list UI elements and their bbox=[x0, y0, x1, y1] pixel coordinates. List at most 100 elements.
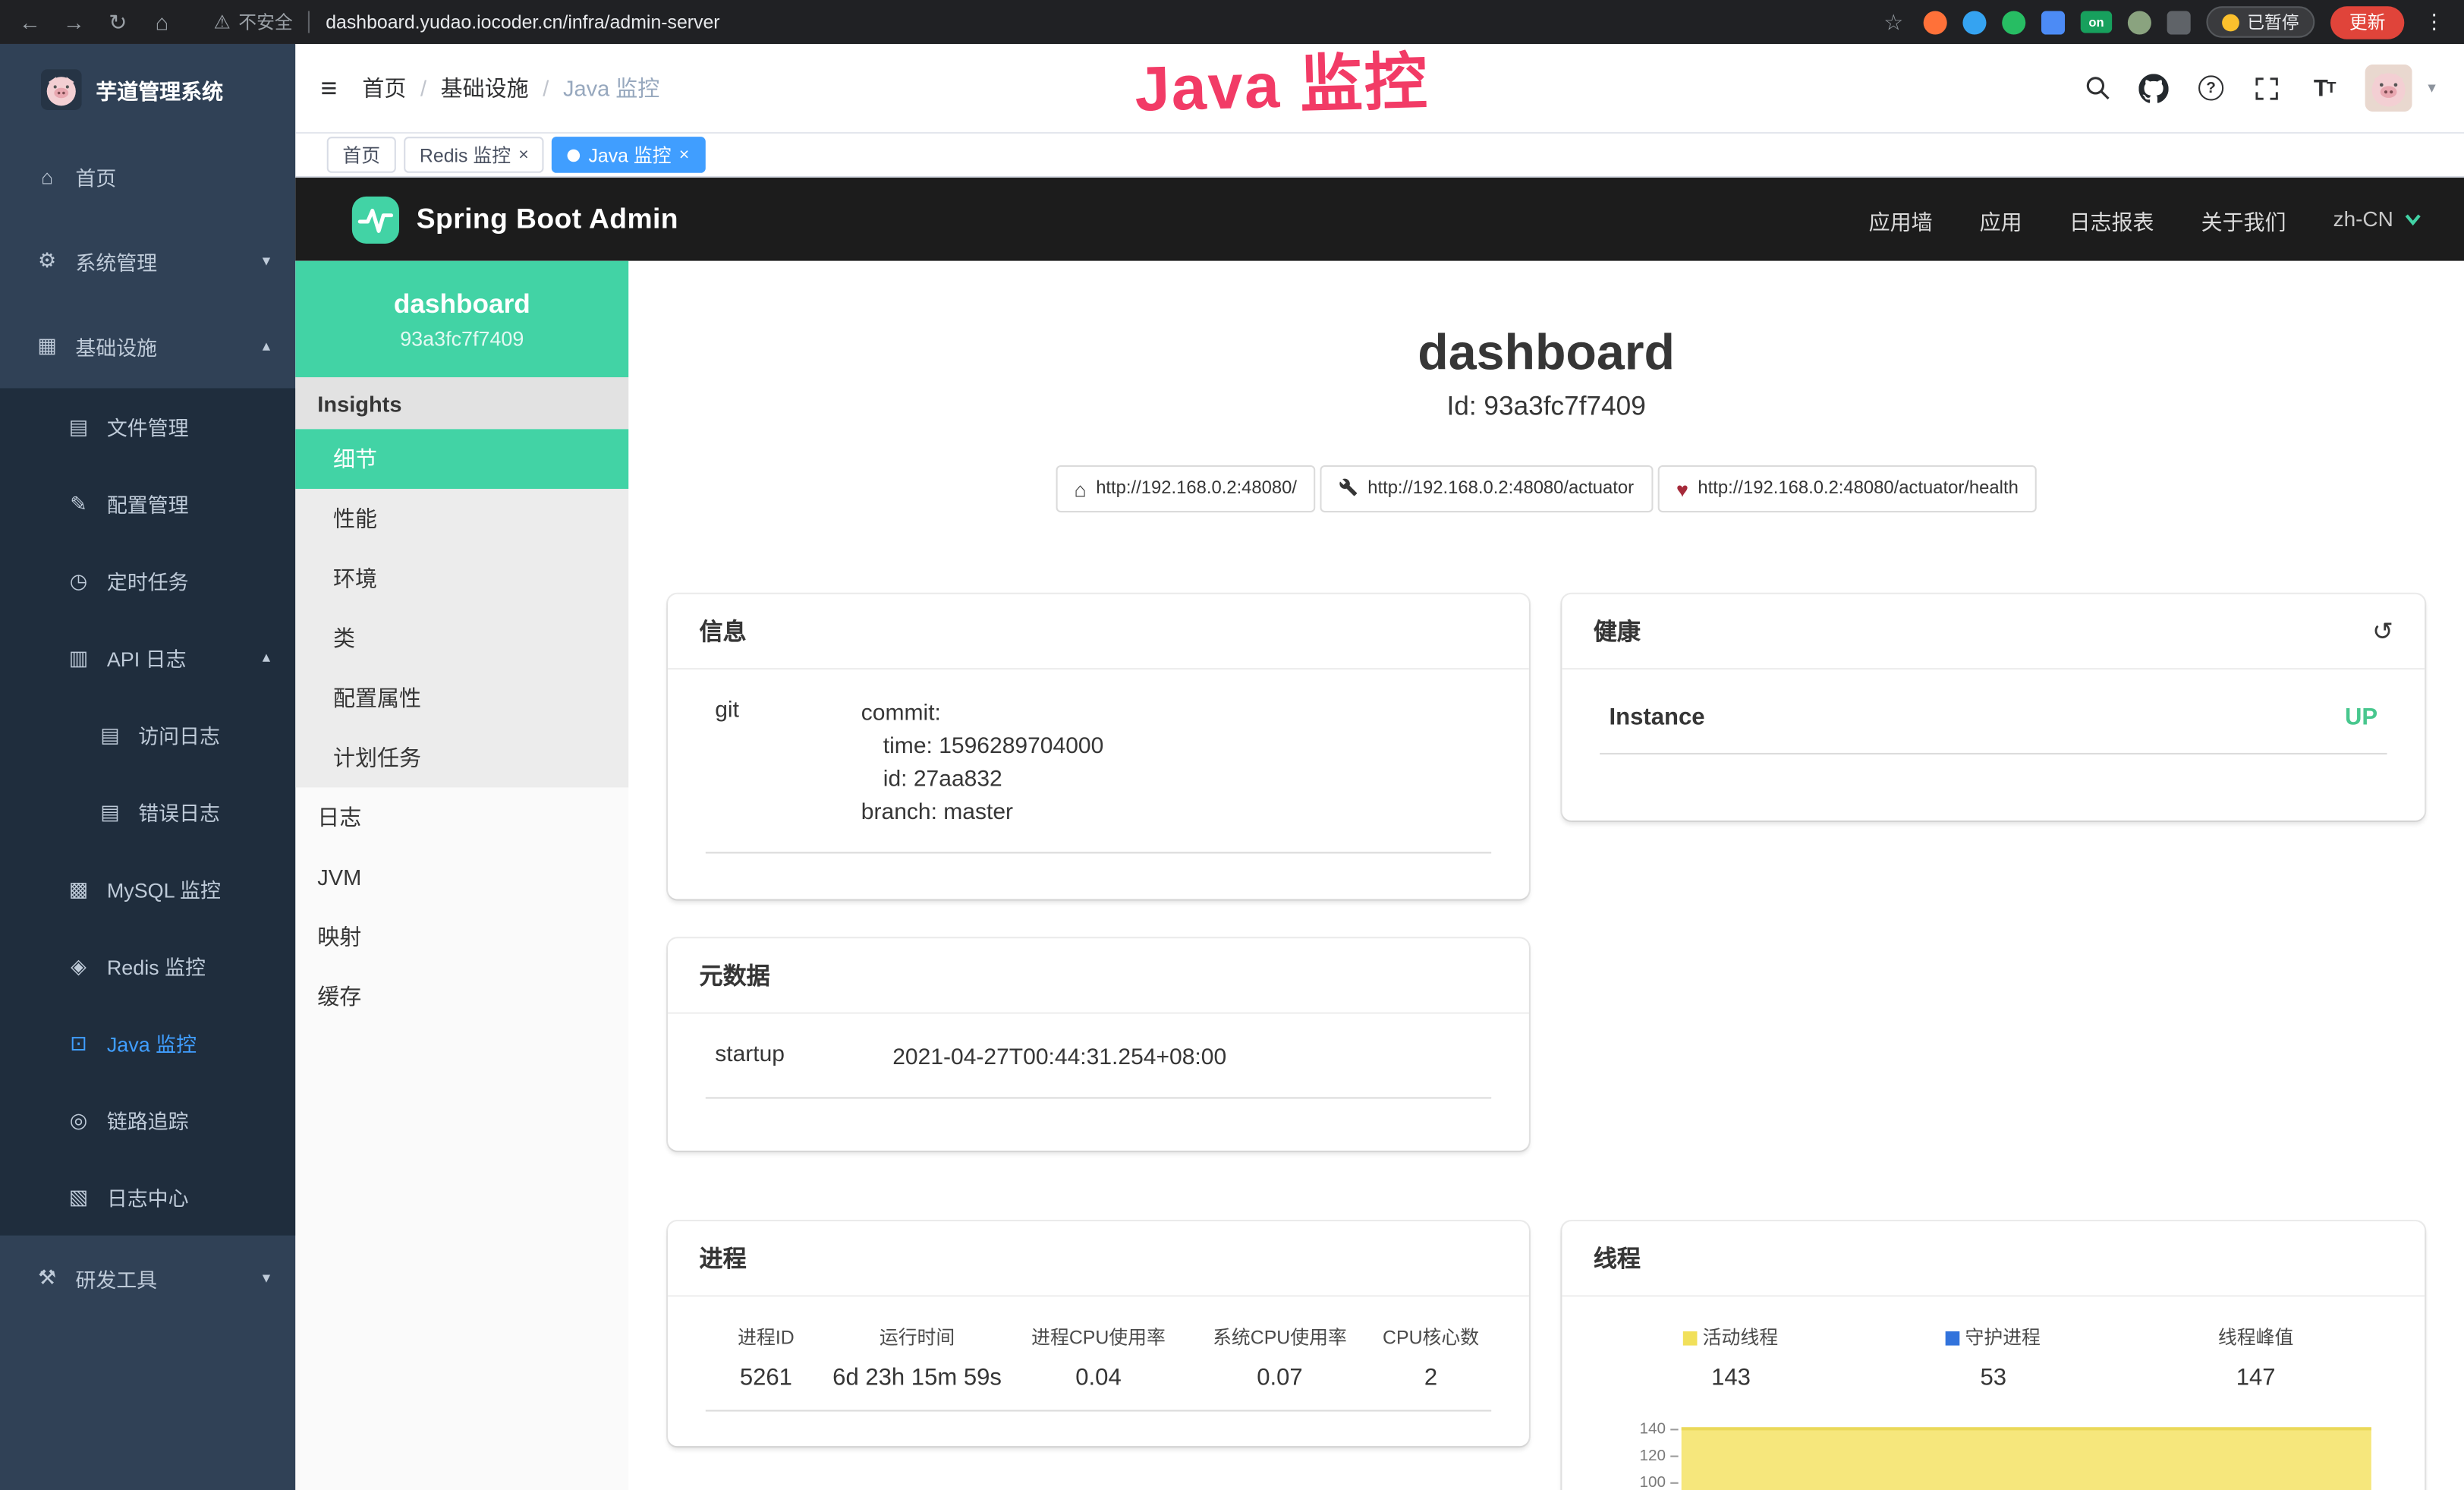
sidebar-item-config-mgmt[interactable]: ✎ 配置管理 bbox=[0, 465, 295, 542]
reload-icon[interactable]: ↻ bbox=[104, 8, 132, 35]
card-title: 线程 bbox=[1594, 1242, 1641, 1274]
header-actions: ? TT ▾ bbox=[2082, 65, 2436, 112]
nav-about[interactable]: 关于我们 bbox=[2201, 203, 2286, 235]
app-logo-row: 芋道管理系统 bbox=[0, 44, 295, 134]
card-title: 元数据 bbox=[700, 959, 770, 991]
tab-home[interactable]: 首页 bbox=[327, 137, 396, 173]
sidebar-item-log-center[interactable]: ▧ 日志中心 bbox=[0, 1158, 295, 1235]
search-icon[interactable] bbox=[2082, 72, 2113, 103]
yellow-swatch-icon bbox=[1684, 1331, 1698, 1345]
legend-value: 143 bbox=[1600, 1364, 1862, 1391]
health-card-body: Instance UP bbox=[1562, 669, 2425, 789]
startup-row: startup 2021-04-27T00:44:31.254+08:00 bbox=[706, 1042, 1491, 1099]
sidebar-item-caches[interactable]: 缓存 bbox=[295, 967, 628, 1027]
sidebar-item-access-logs[interactable]: ▤ 访问日志 bbox=[0, 696, 295, 773]
extension-grid-icon[interactable] bbox=[2041, 10, 2065, 33]
extension-on-badge-icon[interactable]: on bbox=[2081, 11, 2112, 33]
sidebar-item-tracing[interactable]: ◎ 链路追踪 bbox=[0, 1082, 295, 1158]
sidebar-item-redis-monitor[interactable]: ◈ Redis 监控 bbox=[0, 928, 295, 1004]
browser-menu-kebab-icon[interactable]: ⋮ bbox=[2420, 9, 2448, 34]
chevron-down-icon: ▾ bbox=[263, 252, 270, 269]
locale-selector[interactable]: zh-CN bbox=[2333, 207, 2424, 231]
sidebar-item-jvm[interactable]: JVM bbox=[295, 847, 628, 907]
sidebar-item-details[interactable]: 细节 bbox=[295, 429, 628, 489]
chevron-down-icon: ▾ bbox=[263, 1269, 270, 1287]
instance-id: 93a3fc7f7409 bbox=[400, 326, 524, 350]
sidebar-item-scheduled-tasks[interactable]: 计划任务 bbox=[295, 728, 628, 788]
hamburger-icon[interactable]: ≡ bbox=[320, 71, 337, 104]
close-icon[interactable]: × bbox=[679, 146, 689, 165]
document-icon: ▤ bbox=[97, 799, 122, 824]
app-logo-avatar bbox=[41, 68, 82, 109]
extension-leaf-icon[interactable] bbox=[2128, 10, 2151, 33]
live-threads-area-series bbox=[1682, 1427, 2371, 1490]
history-icon[interactable]: ↺ bbox=[2372, 616, 2393, 647]
extension-green-icon[interactable] bbox=[2002, 10, 2025, 33]
metadata-card-header: 元数据 bbox=[668, 938, 1529, 1013]
update-button[interactable]: 更新 bbox=[2330, 5, 2404, 38]
sidebar-item-home[interactable]: ⌂ 首页 bbox=[0, 134, 295, 219]
sidebar-item-mysql-monitor[interactable]: ▩ MySQL 监控 bbox=[0, 850, 295, 927]
paused-badge[interactable]: 已暂停 bbox=[2206, 6, 2315, 37]
back-icon[interactable]: ← bbox=[16, 9, 44, 34]
instance-header[interactable]: dashboard 93a3fc7f7409 bbox=[295, 261, 628, 377]
column-header: 系统CPU使用率 bbox=[1189, 1325, 1370, 1350]
extensions-puzzle-icon[interactable] bbox=[2167, 10, 2191, 33]
cell-value: 2 bbox=[1370, 1364, 1491, 1391]
health-url-button[interactable]: ♥ http://192.168.0.2:48080/actuator/heal… bbox=[1657, 465, 2037, 512]
tab-redis-monitor[interactable]: Redis 监控 × bbox=[404, 137, 544, 173]
menu-label: 定时任务 bbox=[107, 565, 189, 595]
process-card-header: 进程 bbox=[668, 1221, 1529, 1296]
fullscreen-icon[interactable] bbox=[2252, 72, 2283, 103]
sba-nav-links: 应用墙 应用 日志报表 关于我们 zh-CN bbox=[1869, 203, 2424, 235]
breadcrumb-home[interactable]: 首页 bbox=[362, 72, 406, 103]
chevron-up-icon: ▴ bbox=[263, 649, 270, 666]
help-icon[interactable]: ? bbox=[2195, 72, 2226, 103]
sidebar-item-config-props[interactable]: 配置属性 bbox=[295, 668, 628, 728]
blue-swatch-icon bbox=[1946, 1331, 1961, 1345]
instance-id-subtitle: Id: 93a3fc7f7409 bbox=[628, 390, 2464, 425]
security-chip[interactable]: ⚠ 不安全 bbox=[214, 9, 293, 34]
sidebar-item-java-monitor[interactable]: ⊡ Java 监控 bbox=[0, 1004, 295, 1081]
sidebar-item-classes[interactable]: 类 bbox=[295, 608, 628, 668]
page-title: dashboard bbox=[628, 320, 2464, 383]
extension-drop-icon[interactable] bbox=[1962, 10, 1986, 33]
close-icon[interactable]: × bbox=[518, 146, 528, 165]
nav-journal[interactable]: 日志报表 bbox=[2069, 203, 2154, 235]
sidebar-item-logs[interactable]: 日志 bbox=[295, 787, 628, 847]
font-size-icon[interactable]: TT bbox=[2308, 72, 2340, 103]
redis-icon: ◈ bbox=[66, 953, 91, 978]
browser-home-icon[interactable]: ⌂ bbox=[148, 9, 176, 34]
sidebar-item-system-mgmt[interactable]: ⚙ 系统管理 ▾ bbox=[0, 219, 295, 304]
sidebar-item-environment[interactable]: 环境 bbox=[295, 549, 628, 609]
sidebar-item-dev-tools[interactable]: ⚒ 研发工具 ▾ bbox=[0, 1236, 295, 1321]
avatar-caret-icon[interactable]: ▾ bbox=[2428, 80, 2435, 97]
nav-wallboard[interactable]: 应用墙 bbox=[1869, 203, 1933, 235]
process-col-pid: 进程ID 5261 bbox=[706, 1325, 826, 1391]
menu-label: Redis 监控 bbox=[107, 951, 206, 981]
sidebar-item-infrastructure[interactable]: ▦ 基础设施 ▴ bbox=[0, 304, 295, 389]
address-url[interactable]: dashboard.yudao.iocoder.cn/infra/admin-s… bbox=[326, 11, 719, 33]
nav-applications[interactable]: 应用 bbox=[1980, 203, 2022, 235]
sidebar-item-file-mgmt[interactable]: ▤ 文件管理 bbox=[0, 388, 295, 465]
process-card-body: 进程ID 5261 运行时间 6d 23h 15m 59s bbox=[668, 1296, 1529, 1446]
sidebar-item-error-logs[interactable]: ▤ 错误日志 bbox=[0, 773, 295, 850]
tab-java-monitor[interactable]: Java 监控 × bbox=[552, 137, 705, 173]
sidebar-item-performance[interactable]: 性能 bbox=[295, 489, 628, 549]
sba-brand-title[interactable]: Spring Boot Admin bbox=[417, 203, 678, 235]
threads-legend: 活动线程 143 守护进程 bbox=[1600, 1325, 2387, 1391]
bookmark-star-icon[interactable]: ☆ bbox=[1880, 8, 1908, 35]
forward-icon[interactable]: → bbox=[60, 9, 88, 34]
sidebar-item-scheduled-jobs[interactable]: ◷ 定时任务 bbox=[0, 542, 295, 619]
column-header: 运行时间 bbox=[826, 1325, 1008, 1350]
service-url-button[interactable]: ⌂ http://192.168.0.2:48080/ bbox=[1056, 465, 1316, 512]
extension-fox-icon[interactable] bbox=[1924, 10, 1947, 33]
user-avatar[interactable] bbox=[2365, 65, 2412, 112]
sba-body: dashboard 93a3fc7f7409 Insights 细节 性能 环境… bbox=[295, 261, 2464, 1490]
sidebar-item-mappings[interactable]: 映射 bbox=[295, 907, 628, 967]
github-icon[interactable] bbox=[2138, 72, 2170, 103]
sidebar-item-api-logs[interactable]: ▥ API 日志 ▴ bbox=[0, 619, 295, 696]
actuator-url-button[interactable]: http://192.168.0.2:48080/actuator bbox=[1320, 465, 1653, 512]
tag-tab-bar: 首页 Redis 监控 × Java 监控 × bbox=[295, 134, 2464, 178]
breadcrumb-infrastructure[interactable]: 基础设施 bbox=[441, 72, 529, 103]
